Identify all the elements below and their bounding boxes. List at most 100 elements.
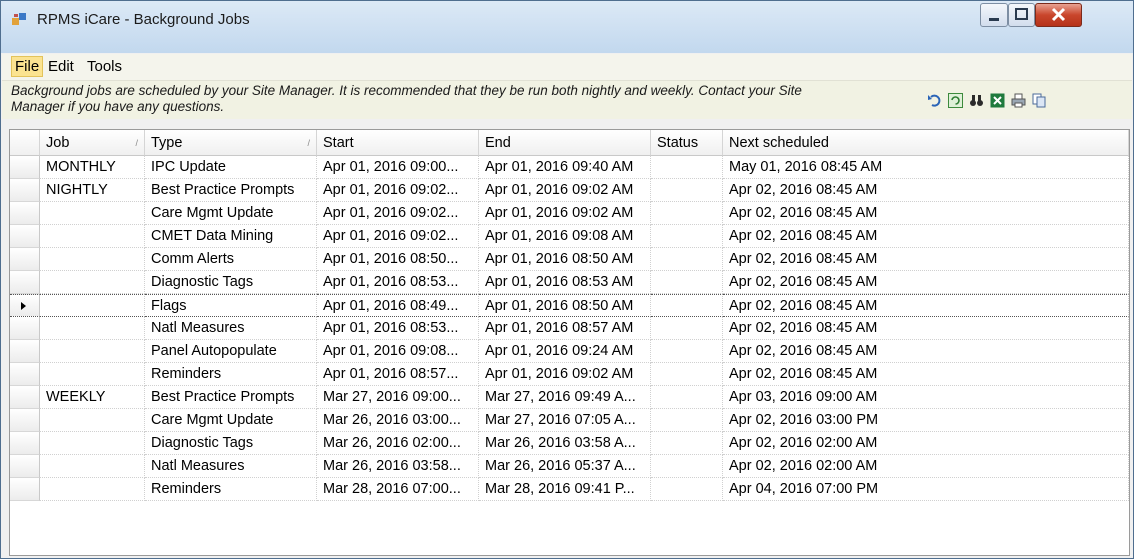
cell-status[interactable] [651,386,723,409]
table-row[interactable]: NIGHTLY Best Practice Prompts Apr 01, 2016… [10,179,1129,202]
cell-end[interactable]: Mar 26, 2016 03:58 A... [479,432,651,455]
cell-type[interactable]: Reminders [145,478,317,501]
column-header-next-scheduled[interactable]: Next scheduled [723,130,1129,156]
row-header[interactable] [10,294,40,317]
cell-type[interactable]: CMET Data Mining [145,225,317,248]
cell-status[interactable] [651,455,723,478]
cell-type[interactable]: Care Mgmt Update [145,202,317,225]
print-icon[interactable] [1011,93,1026,108]
cell-start[interactable]: Apr 01, 2016 09:00... [317,156,479,179]
cell-type[interactable]: IPC Update [145,156,317,179]
cell-start[interactable]: Mar 26, 2016 03:58... [317,455,479,478]
column-header-start[interactable]: Start [317,130,479,156]
cell-job[interactable] [40,478,145,501]
cell-next-scheduled[interactable]: Apr 02, 2016 08:45 AM [723,225,1129,248]
cell-job[interactable]: NIGHTLY [40,179,145,202]
cell-next-scheduled[interactable]: Apr 02, 2016 02:00 AM [723,432,1129,455]
row-header[interactable] [10,179,40,202]
column-header-end[interactable]: End [479,130,651,156]
table-row[interactable]: Natl Measures Mar 26, 2016 03:58... Mar 26… [10,455,1129,478]
cell-next-scheduled[interactable]: Apr 02, 2016 08:45 AM [723,179,1129,202]
cell-start[interactable]: Mar 28, 2016 07:00... [317,478,479,501]
cell-next-scheduled[interactable]: Apr 02, 2016 08:45 AM [723,317,1129,340]
cell-next-scheduled[interactable]: Apr 04, 2016 07:00 PM [723,478,1129,501]
cell-status[interactable] [651,294,723,317]
table-row[interactable]: Care Mgmt Update Mar 26, 2016 03:00... Mar… [10,409,1129,432]
cell-next-scheduled[interactable]: Apr 02, 2016 03:00 PM [723,409,1129,432]
cell-type[interactable]: Diagnostic Tags [145,432,317,455]
cell-type[interactable]: Natl Measures [145,455,317,478]
cell-next-scheduled[interactable]: Apr 03, 2016 09:00 AM [723,386,1129,409]
row-header[interactable] [10,202,40,225]
cell-status[interactable] [651,340,723,363]
column-header-job[interactable]: Job / [40,130,145,156]
cell-end[interactable]: Mar 27, 2016 09:49 A... [479,386,651,409]
row-header[interactable] [10,432,40,455]
cell-job[interactable] [40,340,145,363]
table-row[interactable]: Natl Measures Apr 01, 2016 08:53... Apr 01… [10,317,1129,340]
cell-end[interactable]: Apr 01, 2016 08:53 AM [479,271,651,294]
cell-status[interactable] [651,202,723,225]
row-header[interactable] [10,225,40,248]
row-header[interactable] [10,271,40,294]
table-row[interactable]: CMET Data Mining Apr 01, 2016 09:02... Apr… [10,225,1129,248]
cell-end[interactable]: Mar 27, 2016 07:05 A... [479,409,651,432]
cell-start[interactable]: Apr 01, 2016 09:08... [317,340,479,363]
table-row[interactable]: Diagnostic Tags Apr 01, 2016 08:53... Apr … [10,271,1129,294]
minimize-button[interactable] [980,3,1008,27]
cell-end[interactable]: Apr 01, 2016 08:50 AM [479,248,651,271]
cell-job[interactable]: MONTHLY [40,156,145,179]
excel-icon[interactable] [990,93,1005,108]
row-header[interactable] [10,363,40,386]
table-row[interactable]: WEEKLY Best Practice Prompts Mar 27, 2016 … [10,386,1129,409]
row-header[interactable] [10,156,40,179]
cell-next-scheduled[interactable]: Apr 02, 2016 08:45 AM [723,202,1129,225]
cell-status[interactable] [651,271,723,294]
table-row[interactable]: Flags Apr 01, 2016 08:49... Apr 01, 2016 0… [10,294,1129,317]
cell-job[interactable] [40,225,145,248]
cell-status[interactable] [651,478,723,501]
cell-status[interactable] [651,248,723,271]
table-row[interactable]: MONTHLY IPC Update Apr 01, 2016 09:00... Ap… [10,156,1129,179]
cell-start[interactable]: Apr 01, 2016 08:50... [317,248,479,271]
cell-type[interactable]: Best Practice Prompts [145,386,317,409]
menu-file[interactable]: File [11,56,44,77]
table-row[interactable]: Diagnostic Tags Mar 26, 2016 02:00... Mar … [10,432,1129,455]
cell-end[interactable]: Apr 01, 2016 09:02 AM [479,202,651,225]
cell-job[interactable] [40,432,145,455]
cell-end[interactable]: Apr 01, 2016 09:02 AM [479,179,651,202]
table-row[interactable]: Reminders Mar 28, 2016 07:00... Mar 28, 20… [10,478,1129,501]
cell-job[interactable] [40,317,145,340]
cell-start[interactable]: Apr 01, 2016 08:53... [317,317,479,340]
cell-end[interactable]: Apr 01, 2016 09:02 AM [479,363,651,386]
row-header[interactable] [10,409,40,432]
maximize-button[interactable] [1008,3,1035,27]
undo-icon[interactable] [927,93,942,108]
cell-job[interactable] [40,409,145,432]
cell-start[interactable]: Mar 26, 2016 02:00... [317,432,479,455]
row-header[interactable] [10,340,40,363]
cell-next-scheduled[interactable]: Apr 02, 2016 08:45 AM [723,271,1129,294]
find-icon[interactable] [969,93,984,108]
table-row[interactable]: Reminders Apr 01, 2016 08:57... Apr 01, 20… [10,363,1129,386]
cell-type[interactable]: Panel Autopopulate [145,340,317,363]
cell-start[interactable]: Apr 01, 2016 09:02... [317,225,479,248]
close-button[interactable] [1035,3,1082,27]
row-header[interactable] [10,455,40,478]
title-bar[interactable]: RPMS iCare - Background Jobs [1,1,1133,53]
cell-end[interactable]: Mar 26, 2016 05:37 A... [479,455,651,478]
cell-start[interactable]: Apr 01, 2016 08:49... [317,294,479,317]
cell-start[interactable]: Apr 01, 2016 09:02... [317,179,479,202]
row-header[interactable] [10,478,40,501]
cell-end[interactable]: Apr 01, 2016 09:08 AM [479,225,651,248]
cell-start[interactable]: Apr 01, 2016 08:57... [317,363,479,386]
cell-job[interactable] [40,271,145,294]
row-header[interactable] [10,386,40,409]
menu-tools[interactable]: Tools [84,58,125,75]
column-header-type[interactable]: Type / [145,130,317,156]
cell-end[interactable]: Apr 01, 2016 09:24 AM [479,340,651,363]
cell-end[interactable]: Apr 01, 2016 08:57 AM [479,317,651,340]
cell-job[interactable] [40,363,145,386]
cell-next-scheduled[interactable]: Apr 02, 2016 08:45 AM [723,248,1129,271]
cell-type[interactable]: Care Mgmt Update [145,409,317,432]
